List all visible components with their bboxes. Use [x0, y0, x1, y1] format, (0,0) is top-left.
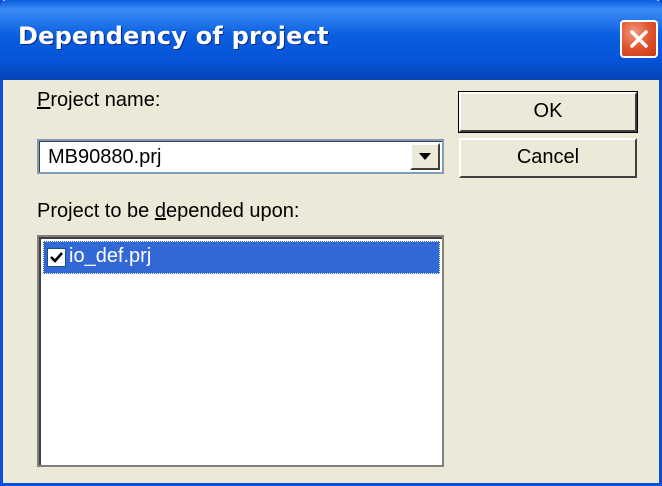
- dialog-body: Project name: MB90880.prj Project to be …: [3, 80, 659, 483]
- window-title: Dependency of project: [18, 22, 329, 50]
- list-item-checkbox[interactable]: [47, 248, 66, 267]
- list-item[interactable]: io_def.prj: [43, 241, 440, 274]
- project-name-label: Project name:: [37, 89, 161, 111]
- title-bar[interactable]: Dependency of project: [0, 0, 662, 80]
- dropdown-button[interactable]: [410, 143, 440, 170]
- ok-button[interactable]: OK: [459, 92, 637, 132]
- close-icon: [630, 30, 648, 48]
- project-name-combobox[interactable]: MB90880.prj: [37, 139, 444, 174]
- checkmark-icon: [50, 252, 63, 263]
- close-button[interactable]: [620, 20, 658, 58]
- depended-projects-label: Project to be depended upon:: [37, 200, 300, 222]
- cancel-button[interactable]: Cancel: [459, 138, 637, 178]
- cancel-button-label: Cancel: [516, 146, 580, 168]
- dialog-window: Dependency of project Project name: MB90…: [0, 0, 662, 486]
- project-name-value: MB90880.prj: [48, 146, 162, 168]
- list-item-label: io_def.prj: [69, 245, 152, 267]
- depended-projects-list[interactable]: io_def.prj: [37, 235, 444, 467]
- chevron-down-icon: [419, 153, 431, 160]
- ok-button-label: OK: [533, 100, 563, 122]
